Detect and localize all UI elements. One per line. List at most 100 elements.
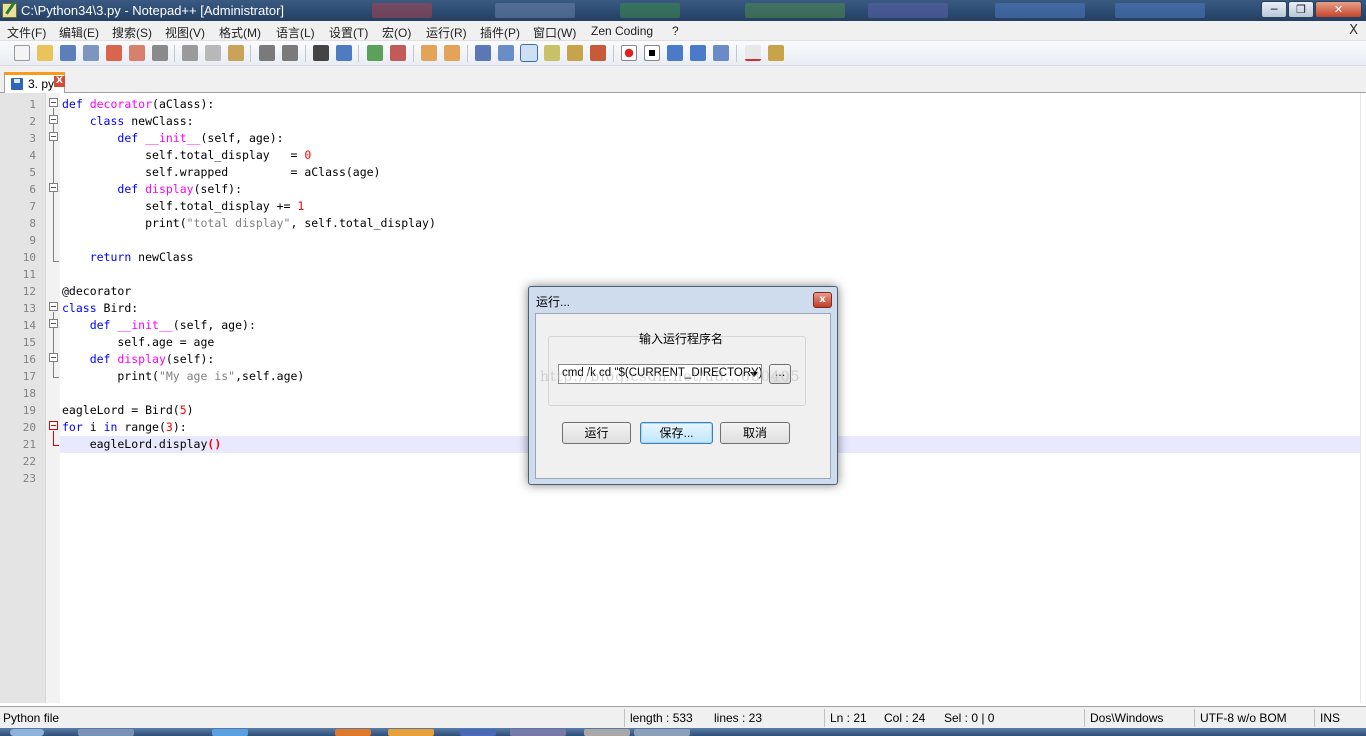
doc-map-icon[interactable] [567,45,583,61]
fold-marker[interactable] [49,132,58,141]
taskbar-app[interactable] [460,729,496,736]
spellcheck-icon[interactable] [745,45,761,61]
copy-icon[interactable] [205,45,221,61]
menu-help[interactable]: ? [672,24,679,38]
code-token: def [117,131,146,145]
code-line[interactable]: self.wrapped = aClass(age) [62,164,380,181]
function-list-icon[interactable] [590,45,606,61]
taskbar-app[interactable] [388,729,434,736]
close-document-button[interactable]: X [1349,23,1358,38]
print-icon[interactable] [152,45,168,61]
code-token: print( [62,369,159,383]
run-macro-multi-icon[interactable] [690,45,706,61]
taskbar-app[interactable] [634,729,690,736]
code-line[interactable]: return newClass [62,249,194,266]
fold-marker[interactable] [49,319,58,328]
start-button[interactable] [10,729,44,736]
menu-macro[interactable]: 宏(O) [382,24,411,41]
minimize-button[interactable]: ─ [1261,1,1287,18]
tab-close-icon[interactable]: X [54,76,65,87]
menu-window[interactable]: 窗口(W) [533,24,576,41]
menu-zen-coding[interactable]: Zen Coding [591,24,653,38]
open-file-icon[interactable] [37,45,53,61]
watermark: http://blog.csdn.net/u8...680405 [540,369,801,385]
new-file-icon[interactable] [14,45,30,61]
plugin-icon[interactable] [768,45,784,61]
redo-icon[interactable] [282,45,298,61]
code-line[interactable]: def __init__(self, age): [62,130,283,147]
fold-marker[interactable] [49,353,58,362]
paste-icon[interactable] [228,45,244,61]
menu-file[interactable]: 文件(F) [7,24,46,41]
maximize-button[interactable]: ❐ [1288,1,1314,18]
taskbar-app[interactable] [212,729,248,736]
vertical-scrollbar[interactable] [1360,93,1366,703]
code-line[interactable]: def decorator(aClass): [62,96,214,113]
status-col: Col : 24 [884,711,926,725]
dialog-title: 运行... [536,295,571,309]
stop-macro-icon[interactable] [644,45,660,61]
code-line[interactable]: self.total_display += 1 [62,198,304,215]
zoom-in-icon[interactable] [367,45,383,61]
record-macro-icon[interactable] [621,45,637,61]
code-line[interactable]: eagleLord = Bird(5) [62,402,194,419]
code-line[interactable]: self.age = age [62,334,214,351]
taskbar-app[interactable] [78,729,134,736]
close-icon[interactable] [106,45,122,61]
fold-marker[interactable] [49,421,58,430]
show-all-chars-icon[interactable] [498,45,514,61]
menu-language[interactable]: 语言(L) [276,24,315,41]
cancel-button[interactable]: 取消 [720,422,790,444]
close-all-icon[interactable] [129,45,145,61]
run-dialog: 运行... x 输入运行程序名 cmd /k cd "$(CURRENT_DIR… [528,286,838,485]
code-line[interactable]: class newClass: [62,113,194,130]
fold-marker[interactable] [49,183,58,192]
menu-settings[interactable]: 设置(T) [329,24,368,41]
sync-v-icon[interactable] [421,45,437,61]
user-lang-icon[interactable] [544,45,560,61]
code-line[interactable]: class Bird: [62,300,138,317]
code-line[interactable]: for i in range(3): [62,419,187,436]
menu-plugins[interactable]: 插件(P) [480,24,520,41]
code-line[interactable]: print("My age is",self.age) [62,368,304,385]
menu-edit[interactable]: 编辑(E) [59,24,99,41]
status-sel: Sel : 0 | 0 [944,711,995,725]
taskbar-app[interactable] [335,729,371,736]
save-button[interactable]: 保存... [640,422,713,444]
code-line[interactable]: @decorator [62,283,131,300]
menu-search[interactable]: 搜索(S) [112,24,152,41]
save-macro-icon[interactable] [713,45,729,61]
indent-guide-icon[interactable] [520,44,538,62]
menu-format[interactable]: 格式(M) [219,24,261,41]
menu-view[interactable]: 视图(V) [165,24,205,41]
taskbar-app[interactable] [584,729,630,736]
save-icon[interactable] [60,45,76,61]
toolbar-separator [250,45,251,62]
zoom-out-icon[interactable] [390,45,406,61]
close-window-button[interactable]: ✕ [1315,1,1362,18]
fold-marker[interactable] [49,98,58,107]
play-macro-icon[interactable] [667,45,683,61]
sync-h-icon[interactable] [444,45,460,61]
code-token: self.total_display = [62,148,305,162]
undo-icon[interactable] [259,45,275,61]
save-all-icon[interactable] [83,45,99,61]
find-icon[interactable] [313,45,329,61]
fold-marker[interactable] [49,302,58,311]
dialog-close-button[interactable]: x [813,292,832,308]
fold-marker[interactable] [49,115,58,124]
code-line[interactable]: print("total display", self.total_displa… [62,215,436,232]
fold-line [53,431,54,445]
code-line[interactable]: eagleLord.display() [62,436,222,453]
code-line[interactable]: self.total_display = 0 [62,147,311,164]
cut-icon[interactable] [182,45,198,61]
replace-icon[interactable] [336,45,352,61]
word-wrap-icon[interactable] [475,45,491,61]
tab-3py[interactable]: 3. py X [4,72,65,93]
code-line[interactable]: def __init__(self, age): [62,317,256,334]
code-line[interactable]: def display(self): [62,351,215,368]
menu-run[interactable]: 运行(R) [426,24,467,41]
code-line[interactable]: def display(self): [62,181,242,198]
run-button[interactable]: 运行 [562,422,631,444]
taskbar-app[interactable] [510,729,566,736]
